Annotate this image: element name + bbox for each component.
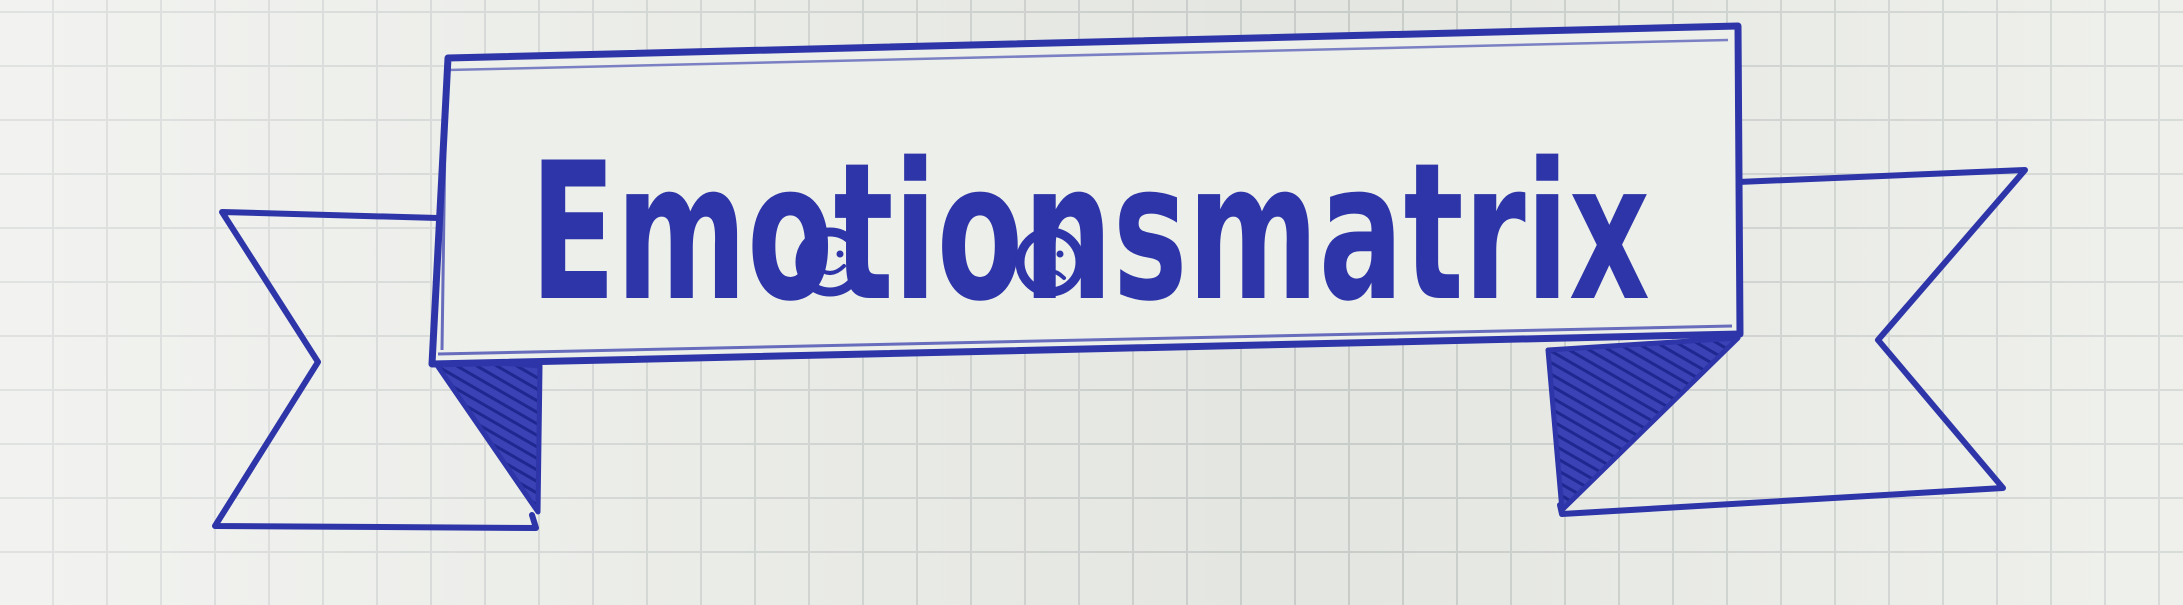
right-ribbon-fold [1545,335,1741,513]
graph-paper-sheet: Emotionsmatrix [0,0,2183,605]
banner-title: Emotionsmatrix [530,122,1650,343]
ribbon-banner-drawing: Emotionsmatrix [212,22,2028,531]
left-ribbon-fold [429,355,543,515]
